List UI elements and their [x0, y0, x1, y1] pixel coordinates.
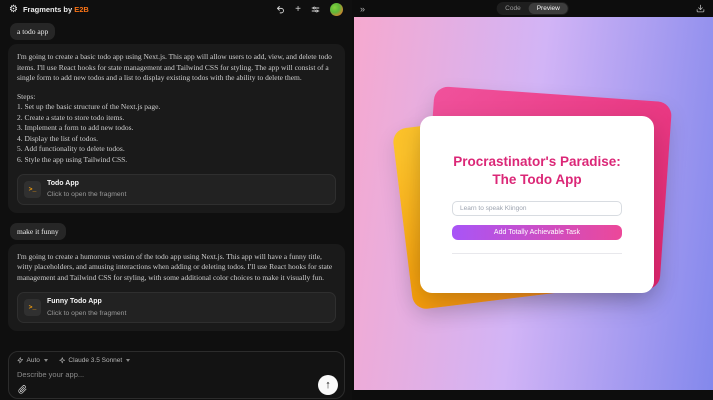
step-line: 1. Set up the basic structure of the Nex…	[17, 102, 336, 113]
preview-panel: » Code Preview Procrastinator's Paradise…	[352, 0, 713, 400]
model-row: Auto Claude 3.5 Sonnet	[17, 357, 336, 364]
sparkle-icon	[59, 357, 66, 364]
preview-header: » Code Preview	[352, 0, 713, 17]
chevron-down-icon	[126, 359, 130, 362]
todo-app-card: Procrastinator's Paradise: The Todo App …	[420, 116, 654, 293]
fragment-info: Funny Todo App Click to open the fragmen…	[47, 297, 126, 318]
step-line: 2. Create a state to store todo items.	[17, 113, 336, 124]
fragment-title: Todo App	[47, 179, 126, 189]
steps-label: Steps:	[17, 92, 336, 103]
terminal-icon: >_	[24, 181, 41, 198]
fragment-info: Todo App Click to open the fragment	[47, 179, 126, 200]
fragment-subtitle: Click to open the fragment	[47, 190, 126, 200]
tab-code[interactable]: Code	[497, 3, 529, 14]
new-chat-icon[interactable]: +	[295, 4, 301, 15]
steps-block: Steps: 1. Set up the basic structure of …	[17, 92, 336, 166]
send-button[interactable]: ↑	[318, 375, 338, 395]
header-actions: +	[276, 3, 343, 16]
todo-app-title: Procrastinator's Paradise: The Todo App	[420, 153, 654, 189]
todo-app-title-line2: The Todo App	[420, 171, 654, 189]
template-select-label: Auto	[27, 357, 40, 364]
todo-app-title-line1: Procrastinator's Paradise:	[420, 153, 654, 171]
fragment-title: Funny Todo App	[47, 297, 126, 307]
tab-preview[interactable]: Preview	[529, 3, 568, 14]
attach-file-icon[interactable]	[18, 385, 27, 394]
assistant-message: I'm going to create a humorous version o…	[8, 244, 345, 331]
brand-label: E2B	[74, 5, 89, 14]
todo-list-divider	[452, 253, 622, 254]
step-line: 6. Style the app using Tailwind CSS.	[17, 155, 336, 166]
collapse-panel-icon[interactable]: »	[360, 4, 365, 14]
step-line: 4. Display the list of todos.	[17, 134, 336, 145]
model-select[interactable]: Claude 3.5 Sonnet	[59, 357, 130, 364]
user-message: a todo app	[10, 23, 55, 40]
zap-icon	[17, 357, 24, 364]
assistant-text: I'm going to create a basic todo app usi…	[17, 52, 336, 84]
step-line: 5. Add functionality to delete todos.	[17, 144, 336, 155]
todo-task-input[interactable]: Learn to speak Klingon	[452, 201, 622, 216]
chat-composer[interactable]: Auto Claude 3.5 Sonnet Describe your app…	[8, 351, 345, 399]
add-task-button[interactable]: Add Totally Achievable Task	[452, 225, 622, 240]
chat-panel: ⚙ Fragments by E2B + a todo app I'm goin…	[0, 0, 352, 400]
fragment-card-funny-todo-app[interactable]: >_ Funny Todo App Click to open the frag…	[17, 292, 336, 323]
undo-icon[interactable]	[276, 5, 285, 14]
app-header: ⚙ Fragments by E2B +	[0, 0, 352, 19]
step-line: 3. Implement a form to add new todos.	[17, 123, 336, 134]
terminal-icon: >_	[24, 299, 41, 316]
app-title: Fragments by E2B	[23, 5, 89, 14]
template-select[interactable]: Auto	[17, 357, 48, 364]
user-message: make it funny	[10, 223, 66, 240]
download-icon[interactable]	[696, 4, 705, 13]
app-title-text: Fragments by	[23, 5, 72, 14]
fragment-subtitle: Click to open the fragment	[47, 309, 126, 319]
user-avatar[interactable]	[330, 3, 343, 16]
view-tabs: Code Preview	[496, 2, 569, 15]
fragments-logo-icon: ⚙	[9, 5, 18, 15]
assistant-message: I'm going to create a basic todo app usi…	[8, 44, 345, 213]
chevron-down-icon	[44, 359, 48, 362]
assistant-text: I'm going to create a humorous version o…	[17, 252, 336, 284]
settings-sliders-icon[interactable]	[311, 5, 320, 14]
model-select-label: Claude 3.5 Sonnet	[68, 357, 122, 364]
fragment-card-todo-app[interactable]: >_ Todo App Click to open the fragment	[17, 174, 336, 205]
app-preview-viewport: Procrastinator's Paradise: The Todo App …	[354, 17, 713, 390]
chat-thread: a todo app I'm going to create a basic t…	[8, 21, 345, 339]
prompt-input[interactable]: Describe your app...	[17, 370, 336, 379]
